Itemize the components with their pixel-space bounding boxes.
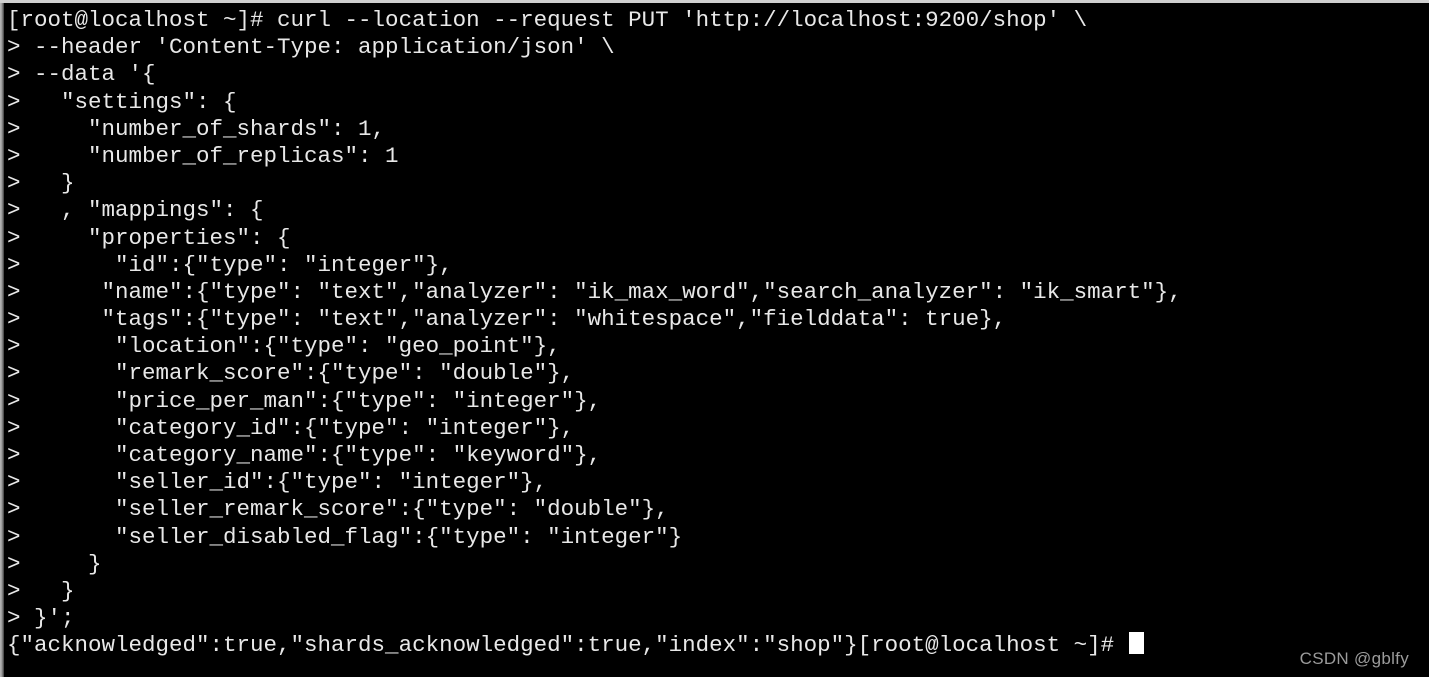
terminal-line: > "category_name":{"type": "keyword"}, bbox=[7, 442, 602, 468]
terminal-response-line: {"acknowledged":true,"shards_acknowledge… bbox=[4, 632, 1429, 659]
terminal-line: > "price_per_man":{"type": "integer"}, bbox=[7, 387, 602, 414]
terminal-line: > "seller_remark_score":{"type": "double… bbox=[7, 496, 669, 523]
response-text: {"acknowledged":true,"shards_acknowledge… bbox=[7, 632, 1115, 659]
terminal-window: [root@localhost ~]# curl --location --re… bbox=[0, 0, 1429, 677]
terminal-line: > --header 'Content-Type: application/js… bbox=[7, 34, 615, 61]
terminal-line: > "seller_disabled_flag":{"type": "integ… bbox=[7, 523, 683, 550]
terminal-line: > "seller_id":{"type": "integer"}, bbox=[7, 469, 548, 496]
terminal-line: > "location":{"type": "geo_point"}, bbox=[7, 333, 561, 360]
terminal-line: > "number_of_shards": 1, bbox=[7, 115, 386, 142]
terminal-line: [root@localhost ~]# curl --location --re… bbox=[7, 7, 1088, 33]
terminal-cursor bbox=[1129, 632, 1145, 655]
terminal-line: > "number_of_replicas": 1 bbox=[7, 142, 399, 169]
terminal-line: > "settings": { bbox=[7, 88, 237, 115]
terminal-line: > } bbox=[7, 550, 102, 577]
terminal-line: > "id":{"type": "integer"}, bbox=[7, 251, 453, 278]
terminal-screen[interactable]: [root@localhost ~]# curl --location --re… bbox=[4, 3, 1429, 677]
terminal-line: > "category_id":{"type": "integer"}, bbox=[7, 414, 575, 441]
terminal-line: > } bbox=[7, 577, 75, 604]
window-left-edge bbox=[0, 3, 4, 677]
terminal-line: > } bbox=[7, 170, 75, 197]
terminal-line: > --data '{ bbox=[7, 61, 156, 88]
watermark: CSDN @gblfy bbox=[1299, 649, 1409, 668]
terminal-line: > "properties": { bbox=[7, 224, 291, 251]
terminal-line: > , "mappings": { bbox=[7, 197, 264, 224]
terminal-line: > "name":{"type": "text","analyzer": "ik… bbox=[7, 278, 1182, 305]
terminal-line: > }'; bbox=[7, 605, 75, 632]
terminal-line: > "tags":{"type": "text","analyzer": "wh… bbox=[7, 306, 1007, 333]
terminal-line: > "remark_score":{"type": "double"}, bbox=[7, 360, 575, 387]
